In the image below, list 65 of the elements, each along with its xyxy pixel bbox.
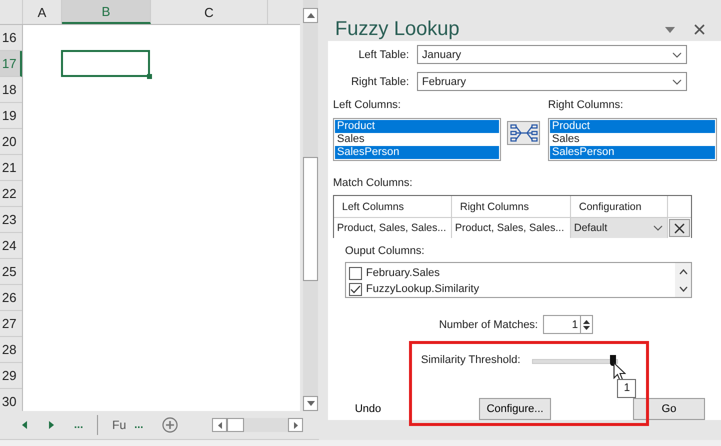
list-item[interactable]: Sales [335,133,499,146]
column-header: Right Columns [452,196,571,217]
field-label: Left Table: [357,48,410,60]
chevron-down-icon [672,52,682,58]
more-sheets-button[interactable]: ... [74,419,84,431]
delete-icon[interactable] [669,219,690,237]
scroll-right-button[interactable] [288,418,304,432]
scroll-down-button[interactable] [303,396,318,411]
column-header: Left Columns [334,196,452,217]
right-arrow-icon [294,422,298,428]
slider-thumb[interactable] [610,354,616,366]
right-columns-list[interactable]: Product Sales SalesPerson [548,118,717,161]
scroll-up-icon[interactable] [678,268,688,274]
list-item[interactable]: SalesPerson [550,146,715,159]
checkbox-label: FuzzyLookup.Similarity [366,283,480,295]
scroll-down-icon[interactable] [678,286,688,292]
down-arrow-icon [306,401,314,406]
next-sheet-icon[interactable] [49,421,54,429]
list-item[interactable]: SalesPerson [335,146,499,159]
scroll-up-button[interactable] [303,8,318,23]
list-item[interactable]: Product [550,120,715,133]
add-sheet-icon[interactable] [162,417,178,433]
chevron-down-icon [672,78,682,84]
chevron-down-icon [653,225,663,231]
field-label: Right Table: [350,76,410,88]
previous-sheet-icon[interactable] [22,421,27,429]
scroll-thumb[interactable] [303,157,318,281]
configuration-dropdown[interactable]: Default [571,218,668,238]
left-columns-list[interactable]: Product Sales SalesPerson [333,118,501,161]
field-label: Similarity Threshold: [421,354,520,366]
match-columns-button[interactable] [507,121,540,145]
configure-button[interactable]: Configure... [479,398,551,420]
left-arrow-icon [218,422,222,428]
horizontal-scrollbar[interactable] [212,418,304,432]
section-label: Match Columns: [333,177,414,189]
section-label: Ouput Columns: [345,245,426,257]
table-cell: Product, Sales, Sales... [334,218,452,238]
column-header[interactable]: C [151,0,268,24]
sheet-tab[interactable]: Fu [112,418,126,432]
number-spinner[interactable]: 1 [543,315,593,334]
mouse-pointer-icon [613,362,626,382]
row-header[interactable]: 17 [0,51,22,77]
undo-button[interactable]: Undo [333,398,403,420]
column-header: Configuration [571,196,668,217]
scroll-left-button[interactable] [212,418,228,432]
active-cell[interactable] [61,50,150,77]
close-icon[interactable] [694,24,705,35]
section-label: Right Columns: [548,99,624,111]
left-table-dropdown[interactable]: January [417,45,687,64]
dropdown-icon[interactable] [665,27,675,33]
more-sheets-button[interactable]: ... [134,419,144,431]
right-table-dropdown[interactable]: February [417,72,687,91]
list-item[interactable]: Product [335,120,499,133]
value-tooltip: 1 [617,378,636,398]
column-header[interactable]: B [62,0,151,24]
vertical-scrollbar[interactable] [303,0,318,411]
checkbox[interactable] [349,282,362,296]
section-label: Left Columns: [333,99,402,111]
field-label: Number of Matches: [438,318,538,330]
go-button[interactable]: Go [633,398,705,420]
checkbox[interactable] [349,266,362,280]
list-item[interactable]: Sales [550,133,715,146]
panel-title: Fuzzy Lookup [335,18,460,41]
up-arrow-icon [306,13,314,18]
checkbox-label: February.Sales [366,267,440,279]
